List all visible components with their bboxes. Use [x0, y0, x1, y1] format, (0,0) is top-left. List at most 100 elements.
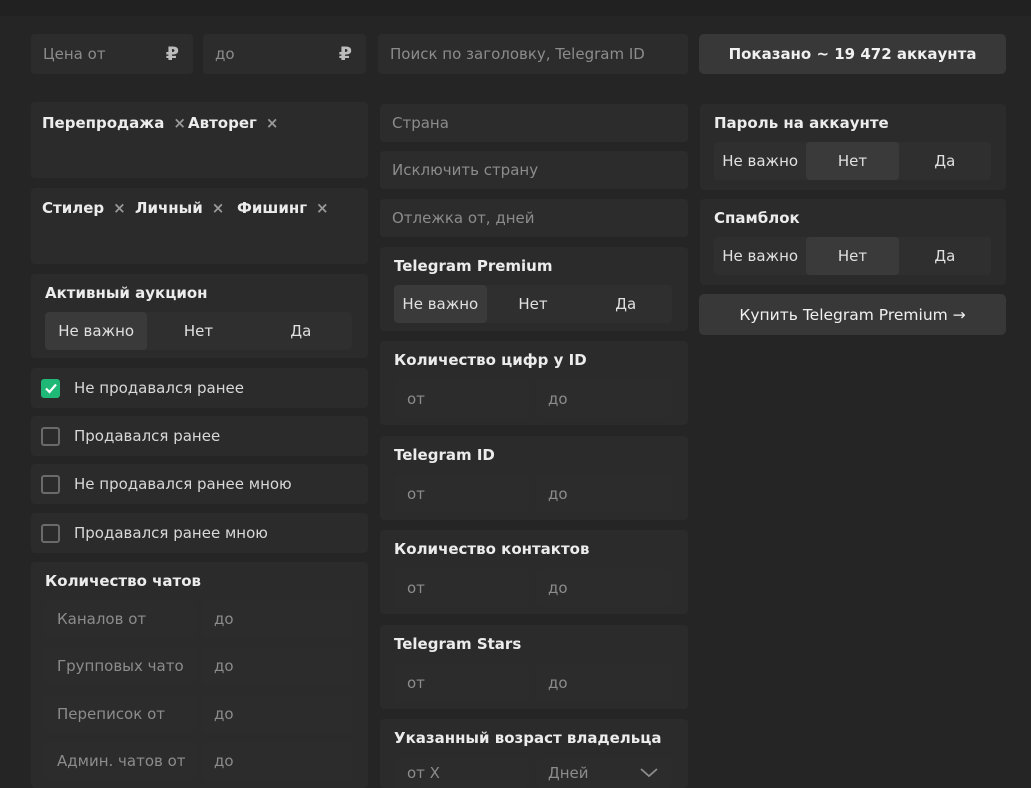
price-from-field[interactable]: ₽ — [31, 34, 193, 74]
channels-from-field[interactable] — [45, 600, 195, 638]
owner-age-from-field[interactable] — [395, 758, 529, 788]
digits-to-field[interactable] — [536, 380, 672, 418]
admin-chats-to-input[interactable] — [214, 752, 352, 770]
shown-count-button[interactable]: Показано ~ 19 472 аккаунта — [699, 34, 1006, 74]
rest-days-input[interactable] — [392, 209, 688, 227]
spamblock-option-any[interactable]: Не важно — [714, 237, 806, 275]
password-title: Пароль на аккаунте — [714, 114, 889, 132]
password-option-no[interactable]: Нет — [806, 142, 899, 180]
dialogs-to-field[interactable] — [202, 695, 352, 733]
close-icon[interactable]: × — [113, 199, 126, 217]
dialogs-from-input[interactable] — [57, 705, 195, 723]
chats-title: Количество чатов — [45, 572, 202, 590]
exclude-country-field[interactable] — [380, 151, 688, 189]
channels-to-field[interactable] — [202, 600, 352, 638]
checkbox-row-sold-by-me[interactable]: Продавался ранее мною — [31, 513, 368, 553]
premium-segmented[interactable]: Не важно Нет Да — [394, 285, 672, 323]
digits-from-field[interactable] — [395, 380, 529, 418]
checkbox-row-sold[interactable]: Продавался ранее — [31, 416, 368, 456]
chips-panel-1[interactable]: Перепродажа × Авторег × — [31, 102, 368, 178]
owner-age-from-input[interactable] — [407, 764, 529, 782]
chip-phishing: Фишинг × — [237, 199, 329, 217]
search-input[interactable] — [390, 45, 688, 63]
admin-chats-to-field[interactable] — [202, 742, 352, 780]
owner-age-unit-value: Дней — [548, 764, 589, 782]
tgid-from-input[interactable] — [407, 485, 529, 503]
premium-panel: Telegram Premium Не важно Нет Да — [380, 247, 688, 331]
digits-to-input[interactable] — [548, 390, 672, 408]
rest-days-field[interactable] — [380, 199, 688, 237]
dialogs-from-field[interactable] — [45, 695, 195, 733]
exclude-country-input[interactable] — [392, 161, 688, 179]
premium-option-yes[interactable]: Да — [579, 285, 672, 323]
checkbox-row-not-sold-by-me[interactable]: Не продавался ранее мною — [31, 464, 368, 504]
channels-to-input[interactable] — [214, 610, 352, 628]
digits-title: Количество цифр у ID — [394, 351, 587, 369]
contacts-title: Количество контактов — [394, 540, 590, 558]
close-icon[interactable]: × — [316, 199, 329, 217]
premium-option-any[interactable]: Не важно — [394, 285, 487, 323]
country-input[interactable] — [392, 114, 688, 132]
close-icon[interactable]: × — [212, 199, 225, 217]
checkbox-label: Не продавался ранее мною — [74, 475, 292, 493]
auction-option-yes[interactable]: Да — [250, 312, 352, 350]
country-field[interactable] — [380, 104, 688, 142]
stars-to-input[interactable] — [548, 674, 672, 692]
contacts-from-input[interactable] — [407, 579, 529, 597]
checkbox-unchecked[interactable] — [41, 474, 60, 494]
chips-panel-2[interactable]: Стилер × Личный × Фишинг × — [31, 188, 368, 264]
premium-title: Telegram Premium — [394, 257, 553, 275]
contacts-to-field[interactable] — [536, 569, 672, 607]
chip-personal: Личный × — [135, 199, 225, 217]
auction-option-no[interactable]: Нет — [147, 312, 249, 350]
chevron-down-icon — [640, 768, 658, 778]
groups-from-field[interactable] — [45, 647, 195, 685]
tgid-title: Telegram ID — [394, 446, 495, 464]
dialogs-to-input[interactable] — [214, 705, 352, 723]
checkbox-label: Не продавался ранее — [74, 379, 244, 397]
filters-page: ₽ ₽ Показано ~ 19 472 аккаунта Перепрода… — [0, 0, 1031, 788]
stars-from-field[interactable] — [395, 664, 529, 702]
close-icon[interactable]: × — [173, 114, 186, 132]
ruble-icon: ₽ — [338, 43, 352, 65]
auction-segmented[interactable]: Не важно Нет Да — [45, 312, 352, 350]
groups-from-input[interactable] — [57, 657, 195, 675]
checkbox-unchecked[interactable] — [41, 426, 60, 446]
contacts-from-field[interactable] — [395, 569, 529, 607]
tgid-to-input[interactable] — [548, 485, 672, 503]
spamblock-option-yes[interactable]: Да — [899, 237, 991, 275]
ruble-icon: ₽ — [165, 43, 179, 65]
stars-title: Telegram Stars — [394, 635, 522, 653]
price-to-field[interactable]: ₽ — [203, 34, 366, 74]
password-option-yes[interactable]: Да — [899, 142, 991, 180]
top-band — [0, 0, 1031, 16]
stars-from-input[interactable] — [407, 674, 529, 692]
owner-age-title: Указанный возраст владельца — [394, 729, 662, 747]
contacts-to-input[interactable] — [548, 579, 672, 597]
close-icon[interactable]: × — [266, 114, 279, 132]
checkbox-row-not-sold[interactable]: Не продавался ранее — [31, 368, 368, 408]
admin-chats-from-input[interactable] — [57, 752, 195, 770]
digits-from-input[interactable] — [407, 390, 529, 408]
auction-option-any[interactable]: Не важно — [45, 312, 148, 350]
password-segmented[interactable]: Не важно Нет Да — [714, 142, 991, 180]
password-option-any[interactable]: Не важно — [714, 142, 806, 180]
tgid-to-field[interactable] — [536, 475, 672, 513]
stars-to-field[interactable] — [536, 664, 672, 702]
channels-from-input[interactable] — [57, 610, 195, 628]
buy-premium-button[interactable]: Купить Telegram Premium → — [699, 294, 1006, 335]
premium-option-no[interactable]: Нет — [487, 285, 580, 323]
chip-stealer: Стилер × — [42, 199, 126, 217]
checkbox-checked[interactable] — [41, 378, 60, 398]
tgid-from-field[interactable] — [395, 475, 529, 513]
spamblock-option-no[interactable]: Нет — [806, 237, 899, 275]
spamblock-segmented[interactable]: Не важно Нет Да — [714, 237, 991, 275]
owner-age-unit-select[interactable]: Дней — [536, 758, 672, 788]
search-field[interactable] — [378, 34, 688, 74]
groups-to-field[interactable] — [202, 647, 352, 685]
checkbox-unchecked[interactable] — [41, 523, 60, 543]
check-icon — [44, 383, 57, 394]
groups-to-input[interactable] — [214, 657, 352, 675]
admin-chats-from-field[interactable] — [45, 742, 195, 780]
spamblock-title: Спамблок — [714, 209, 800, 227]
